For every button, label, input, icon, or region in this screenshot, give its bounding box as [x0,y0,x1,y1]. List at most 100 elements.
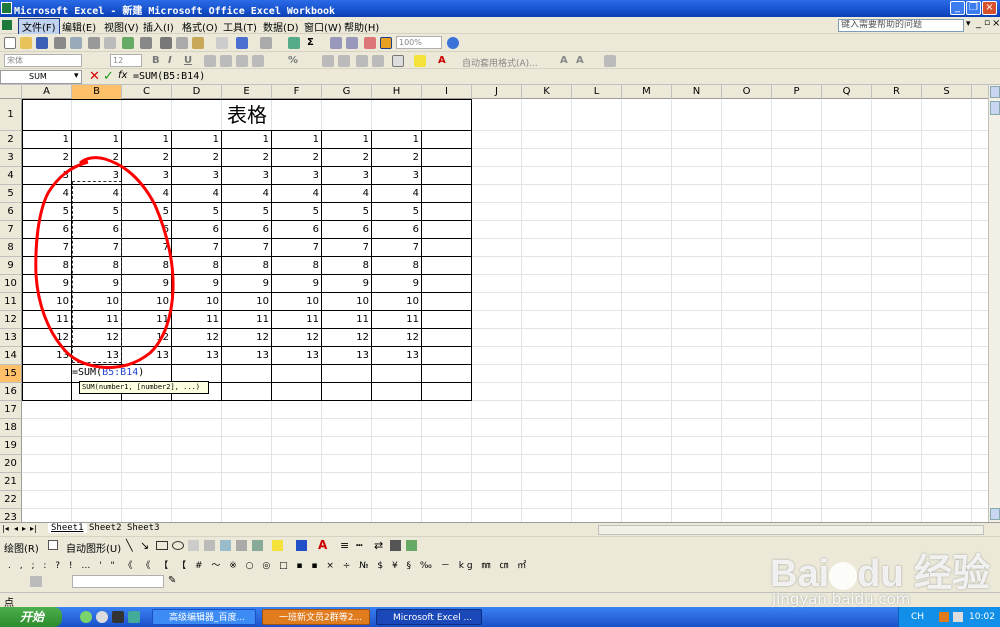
align-right-icon[interactable] [236,55,248,67]
borders-icon[interactable] [392,55,404,67]
dash-style-icon[interactable]: ┅ [356,539,363,552]
line-icon[interactable]: ╲ [126,539,133,552]
insert-function-icon[interactable]: fx [118,70,127,81]
hyperlink-icon[interactable] [288,37,300,49]
decrease-decimal-icon[interactable] [338,55,350,67]
sort-descending-icon[interactable] [346,37,358,49]
undo-icon[interactable] [236,37,248,49]
tab-sheet1[interactable]: Sheet1 [48,523,87,533]
email-icon[interactable] [70,37,82,49]
increase-decimal-icon[interactable] [322,55,334,67]
tab-next-icon[interactable]: ▸ [22,524,26,533]
symbol-list[interactable]: . , ; : ? ! … ' " 《 《 【 【 # ～ ※ ○ ◎ □ ▪ … [8,558,529,571]
3d-icon[interactable] [406,540,417,551]
spelling-icon[interactable] [122,37,134,49]
tab-prev-icon[interactable]: ◂ [14,524,18,533]
tray-volume-icon[interactable] [953,612,963,622]
increase-indent-icon[interactable] [372,55,384,67]
doc-restore-icon[interactable]: ▫ [984,18,990,28]
task-chat-group[interactable]: 一班新文员2群等2... [262,609,370,625]
format-painter-icon[interactable] [216,37,228,49]
vertical-scrollbar[interactable] [988,85,1000,522]
arrow-style-icon[interactable]: ⇄ [374,539,383,552]
oval-icon[interactable] [172,541,184,550]
scroll-up-icon[interactable] [990,86,1000,98]
tab-first-icon[interactable]: |◂ [2,524,9,533]
autoshapes-menu[interactable]: 自动图形(U) [66,540,121,555]
menu-tools[interactable]: 工具(T) [223,19,257,34]
copy-icon[interactable] [176,37,188,49]
chart-wizard-icon[interactable] [364,37,376,49]
sort-ascending-icon[interactable] [330,37,342,49]
menu-view[interactable]: 视图(V) [104,19,139,34]
restore-button[interactable]: ❐ [966,1,981,15]
save-icon[interactable] [36,37,48,49]
shrink-font-icon[interactable]: A [576,55,584,66]
permission-icon[interactable] [54,37,66,49]
scroll-thumb[interactable] [990,101,1000,115]
help-dropdown-icon[interactable]: ▾ [966,19,971,29]
wordart-icon[interactable] [204,540,215,551]
drawing-toggle-icon[interactable] [380,37,392,49]
extra-select[interactable] [72,575,164,588]
minimize-button[interactable]: _ [950,1,965,15]
name-box[interactable]: SUM [0,70,82,84]
task-baidu-editor[interactable]: 高级编辑器_百度... [152,609,256,625]
clipart-icon[interactable] [236,540,247,551]
enter-icon[interactable]: ✓ [103,69,114,84]
horizontal-scrollbar[interactable] [598,525,984,535]
close-button[interactable]: × [982,1,997,15]
quicklaunch-ie-icon[interactable] [80,611,92,623]
open-icon[interactable] [20,37,32,49]
scroll-down-icon[interactable] [990,508,1000,520]
arrow-icon[interactable]: ↘ [140,539,149,552]
draw-menu[interactable]: 绘图(R) [4,540,39,555]
redo-icon[interactable] [260,37,272,49]
zoom-select[interactable]: 100% [396,36,442,49]
merge-center-icon[interactable] [252,55,264,67]
tab-last-icon[interactable]: ▸| [30,524,37,533]
doc-close-icon[interactable]: × [992,18,1000,29]
quicklaunch-desktop-icon[interactable] [128,611,140,623]
menu-edit[interactable]: 编辑(E) [62,19,96,34]
textbox-icon[interactable] [188,540,199,551]
menu-window[interactable]: 窗口(W) [304,19,342,34]
worksheet-grid[interactable]: ABCDEFGHIJKLMNOPQRS 1 2 3 4 5 6 7 8 9 10 11 12 13 14 1… [0,85,988,522]
shape-fill-icon[interactable] [272,540,283,551]
name-box-dropdown-icon[interactable]: ▾ [74,71,79,81]
menu-help[interactable]: 帮助(H) [344,19,379,34]
print-icon[interactable] [88,37,100,49]
workbook-icon[interactable] [2,20,12,30]
picture-icon[interactable] [252,540,263,551]
cancel-icon[interactable]: ✕ [89,69,100,84]
help-search-input[interactable]: 键入需要帮助的问题 [838,19,964,32]
menu-data[interactable]: 数据(D) [263,19,299,34]
print-preview-icon[interactable] [104,37,116,49]
start-button[interactable]: 开始 [0,607,62,627]
fill-color-icon[interactable] [414,55,426,67]
paste-icon[interactable] [192,37,204,49]
underline-button[interactable]: U [184,55,192,66]
quicklaunch-qq-icon[interactable] [112,611,124,623]
bold-button[interactable]: B [152,55,160,66]
decrease-indent-icon[interactable] [356,55,368,67]
align-center-icon[interactable] [220,55,232,67]
draw-font-color-icon[interactable]: A [318,538,327,552]
italic-button[interactable]: I [168,55,172,66]
grow-font-icon[interactable]: A [560,55,568,66]
diagram-icon[interactable] [220,540,231,551]
cut-icon[interactable] [160,37,172,49]
font-color-icon[interactable]: A [438,55,446,66]
tab-sheet3[interactable]: Sheet3 [124,523,163,533]
font-name-select[interactable]: 宋体 [4,54,82,67]
autoformat-button[interactable]: 自动套用格式(A)... [462,56,538,69]
quicklaunch-media-icon[interactable] [96,611,108,623]
research-icon[interactable] [140,37,152,49]
rectangle-icon[interactable] [156,541,168,550]
doc-minimize-icon[interactable]: _ [976,18,981,29]
toolbar-options-icon[interactable] [604,55,616,67]
percent-icon[interactable]: % [288,55,298,66]
style-icon[interactable] [30,576,42,587]
menu-format[interactable]: 格式(O) [182,19,218,34]
shadow-icon[interactable] [390,540,401,551]
